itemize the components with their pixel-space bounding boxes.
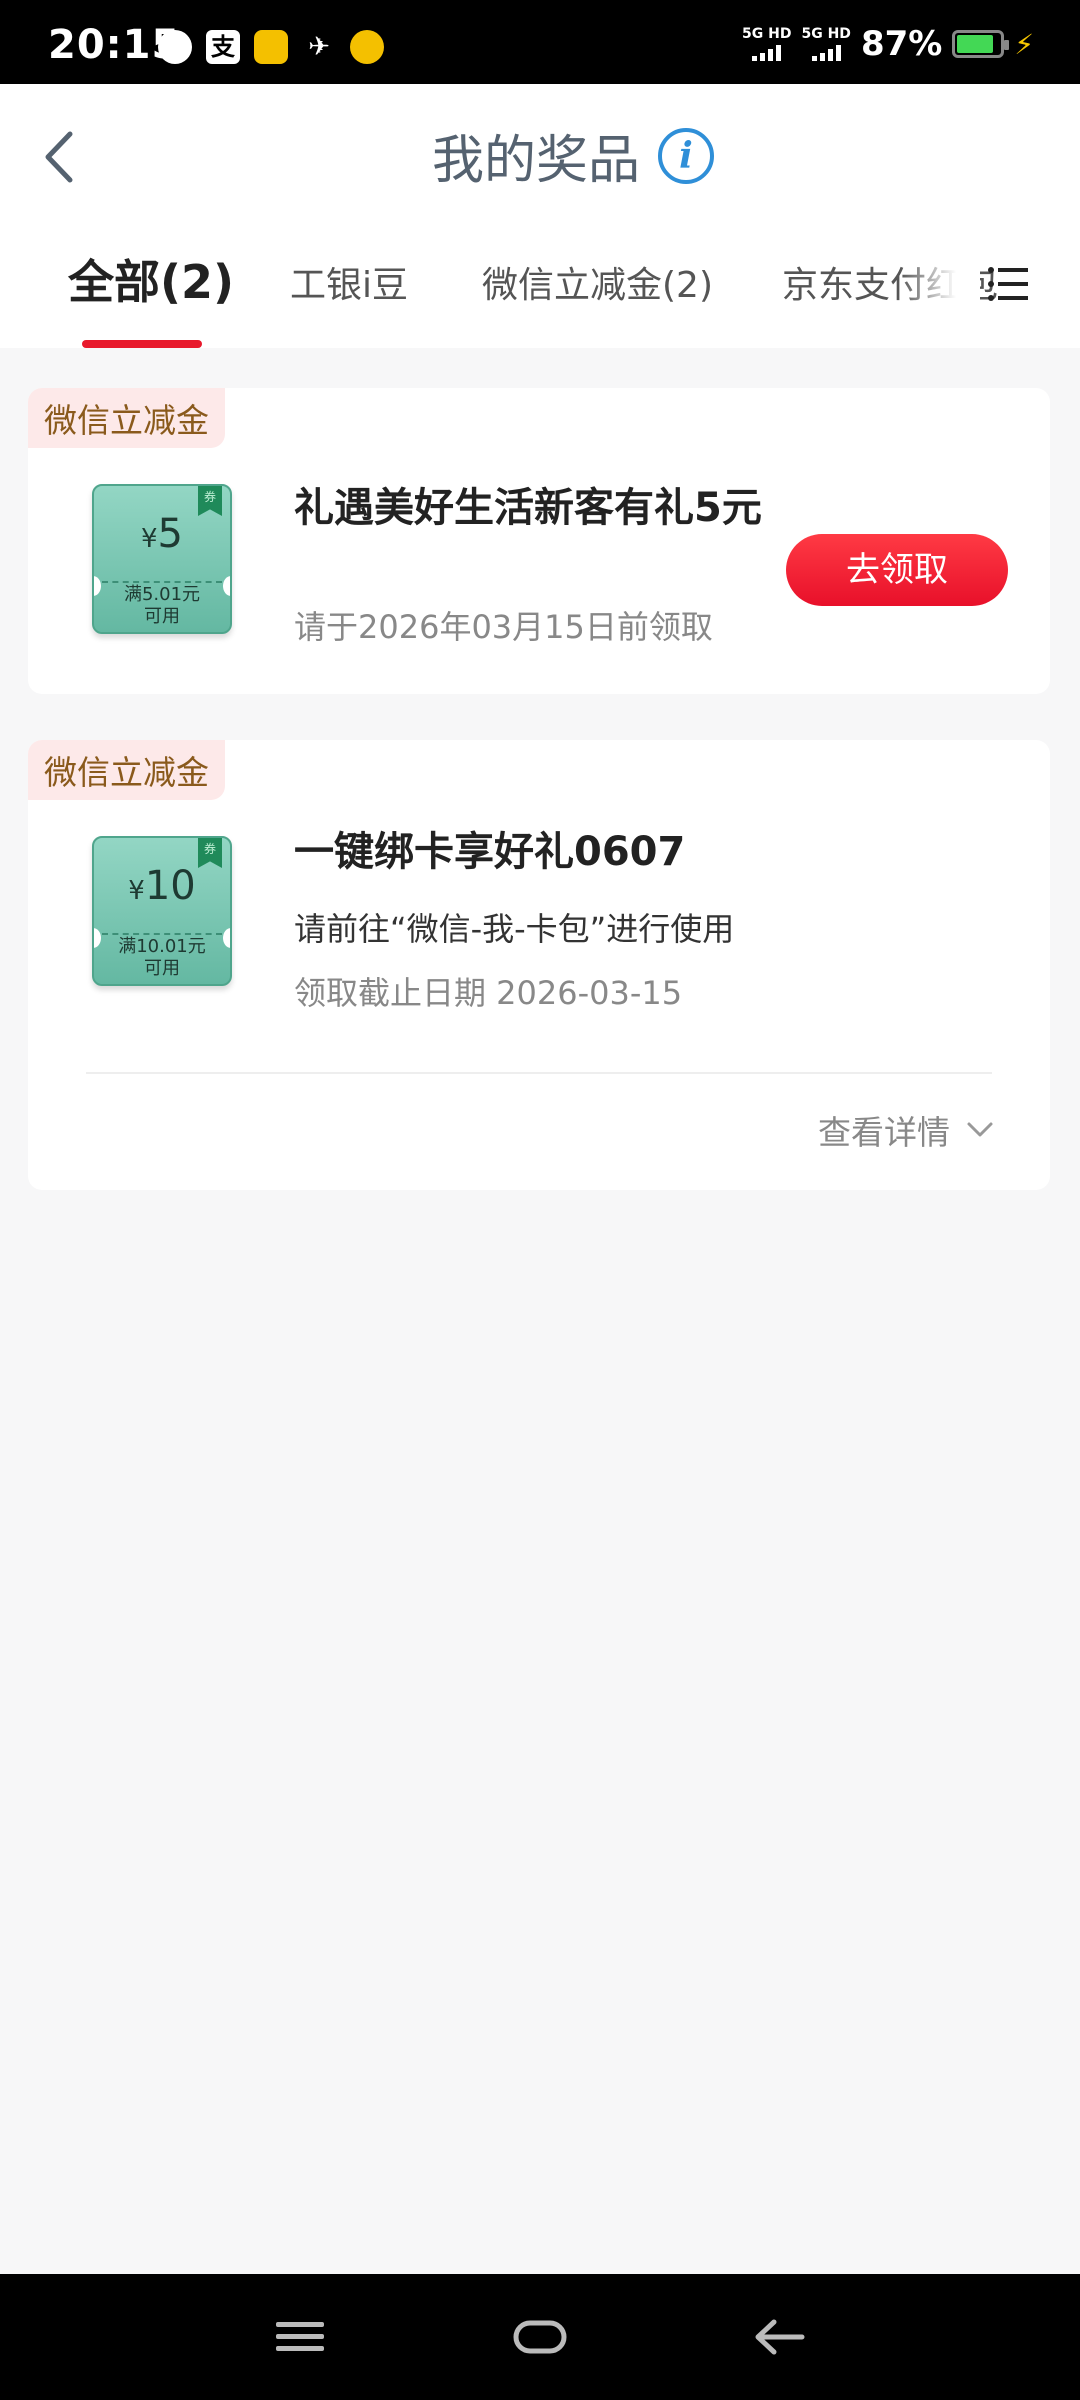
app-icon (254, 30, 288, 64)
tab-wechat-discount[interactable]: 微信立减金(2) (482, 256, 713, 308)
voucher-amount: 10 (144, 863, 196, 909)
page-header: 我的奖品 i (0, 84, 1080, 234)
voucher-condition: 满5.01元 可用 (123, 584, 201, 627)
prize-type-badge: 微信立减金 (28, 388, 225, 448)
charging-icon: ⚡ (1014, 27, 1034, 61)
voucher-condition: 满10.01元 可用 (118, 936, 206, 979)
tab-icbc-beans[interactable]: 工银i豆 (290, 256, 408, 308)
battery-percentage: 87% (860, 24, 943, 64)
menu-icon[interactable] (270, 2314, 330, 2360)
view-details-link[interactable]: 查看详情 (818, 1106, 994, 1154)
alipay-icon: 支 (206, 30, 240, 64)
page-title: 我的奖品 (432, 131, 641, 191)
prize-card: 微信立减金 券 ¥10 满10.01元 可用 一键绑卡享好礼0607 请前往“微信… (28, 740, 1050, 1190)
voucher-image: 券 ¥10 满10.01元 可用 (92, 836, 232, 986)
usage-instruction: 请前往“微信-我-卡包”进行使用 (294, 910, 735, 948)
status-bar: 20:15 支 ✈ 5G HD 5G HD 87% ⚡ (0, 0, 1080, 84)
divider (86, 1072, 992, 1074)
system-nav-bar (0, 2274, 1080, 2400)
coin-icon (350, 30, 384, 64)
active-tab-indicator (82, 340, 202, 348)
back-icon[interactable] (36, 122, 86, 192)
prize-card: 微信立减金 券 ¥5 满5.01元 可用 礼遇美好生活新客有礼5元 请于2026年… (28, 388, 1050, 694)
tab-menu-icon[interactable] (988, 264, 1028, 304)
prize-title: 礼遇美好生活新客有礼5元 (294, 485, 762, 531)
notification-icons: 支 ✈ (158, 30, 384, 64)
home-icon[interactable] (510, 2314, 570, 2360)
message-icon (158, 30, 192, 64)
category-tabs: 全部(2) 工银i豆 微信立减金(2) 京东支付红包 (0, 234, 1080, 348)
voucher-amount: 5 (157, 511, 183, 557)
prize-title: 一键绑卡享好礼0607 (294, 829, 686, 875)
claim-deadline: 请于2026年03月15日前领取 (294, 608, 713, 646)
back-nav-icon[interactable] (750, 2314, 810, 2360)
signal-icon: 5G HD (742, 27, 791, 61)
signal-icon: 5G HD (801, 27, 851, 61)
battery-icon (952, 30, 1010, 58)
tab-all[interactable]: 全部(2) (68, 246, 234, 312)
bird-icon: ✈ (308, 32, 330, 62)
status-right: 5G HD 5G HD 87% ⚡ (742, 24, 1034, 64)
claim-button[interactable]: 去领取 (786, 534, 1008, 606)
chevron-down-icon (967, 1122, 993, 1137)
claim-deadline: 领取截止日期 2026-03-15 (294, 974, 683, 1012)
prize-type-badge: 微信立减金 (28, 740, 225, 800)
info-icon[interactable]: i (658, 127, 715, 184)
voucher-image: 券 ¥5 满5.01元 可用 (92, 484, 232, 634)
